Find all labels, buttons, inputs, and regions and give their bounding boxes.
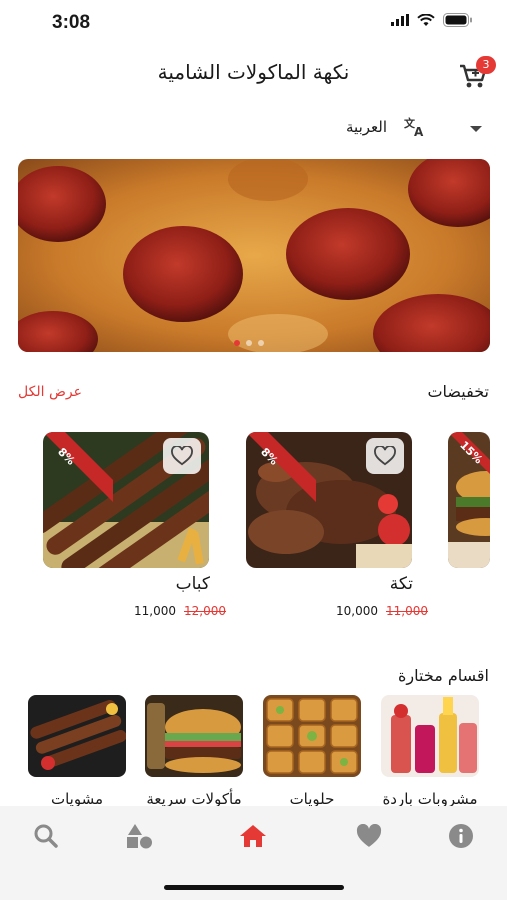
signal-icon bbox=[391, 14, 409, 26]
categories-title: اقسام مختارة bbox=[398, 666, 489, 685]
price-row: 11,000 12,000 bbox=[134, 604, 226, 618]
tab-search[interactable] bbox=[24, 814, 68, 858]
cold-drinks-image bbox=[381, 695, 479, 777]
category-card[interactable] bbox=[263, 695, 361, 777]
product-card-partial[interactable]: 15% bbox=[448, 432, 490, 568]
search-icon bbox=[34, 824, 58, 848]
wifi-icon bbox=[417, 13, 435, 26]
product-name: كباب bbox=[175, 574, 210, 594]
pagination-dot[interactable] bbox=[258, 340, 264, 346]
view-all-link[interactable]: عرض الكل bbox=[18, 384, 82, 400]
category-card[interactable] bbox=[381, 695, 479, 777]
product-name: تكة bbox=[389, 574, 413, 594]
language-selector[interactable]: العربية 文 A bbox=[346, 116, 427, 138]
tab-categories[interactable] bbox=[117, 814, 161, 858]
banner-pagination bbox=[234, 340, 264, 346]
svg-text:A: A bbox=[414, 125, 424, 138]
heart-outline-icon bbox=[171, 446, 193, 466]
pizza-image bbox=[18, 159, 490, 352]
product-old-price: 12,000 bbox=[184, 604, 226, 618]
product-price: 11,000 bbox=[134, 604, 176, 618]
battery-icon bbox=[443, 13, 472, 27]
price-row: 10,000 11,000 bbox=[336, 604, 428, 618]
promo-banner[interactable] bbox=[18, 159, 490, 352]
fast-food-image bbox=[145, 695, 243, 777]
sweets-image bbox=[263, 695, 361, 777]
favorite-button[interactable] bbox=[366, 438, 404, 474]
translate-icon: 文 A bbox=[404, 116, 424, 138]
heart-icon bbox=[356, 824, 382, 847]
tab-home[interactable] bbox=[231, 814, 275, 858]
tab-favorites[interactable] bbox=[347, 814, 391, 858]
tab-info[interactable] bbox=[439, 814, 483, 858]
heart-outline-icon bbox=[374, 446, 396, 466]
shapes-icon bbox=[127, 824, 152, 849]
status-icons bbox=[391, 13, 473, 27]
chevron-down-icon[interactable] bbox=[470, 126, 482, 132]
app-title: نكهة الماكولات الشامية bbox=[157, 60, 350, 84]
grills-image bbox=[28, 695, 126, 777]
product-old-price: 11,000 bbox=[386, 604, 428, 618]
cart-badge: 3 bbox=[476, 56, 496, 74]
product-card[interactable]: 8% bbox=[43, 432, 209, 568]
product-price: 10,000 bbox=[336, 604, 378, 618]
home-icon bbox=[240, 825, 266, 847]
category-card[interactable] bbox=[145, 695, 243, 777]
language-label: العربية bbox=[346, 118, 387, 136]
home-indicator bbox=[164, 885, 344, 890]
discounts-title: تخفيضات bbox=[427, 382, 489, 401]
pagination-dot[interactable] bbox=[246, 340, 252, 346]
status-time: 3:08 bbox=[52, 12, 91, 33]
info-icon bbox=[449, 824, 473, 848]
category-card[interactable] bbox=[28, 695, 126, 777]
favorite-button[interactable] bbox=[163, 438, 201, 474]
pagination-dot[interactable] bbox=[234, 340, 240, 346]
product-card[interactable]: 8% bbox=[246, 432, 412, 568]
